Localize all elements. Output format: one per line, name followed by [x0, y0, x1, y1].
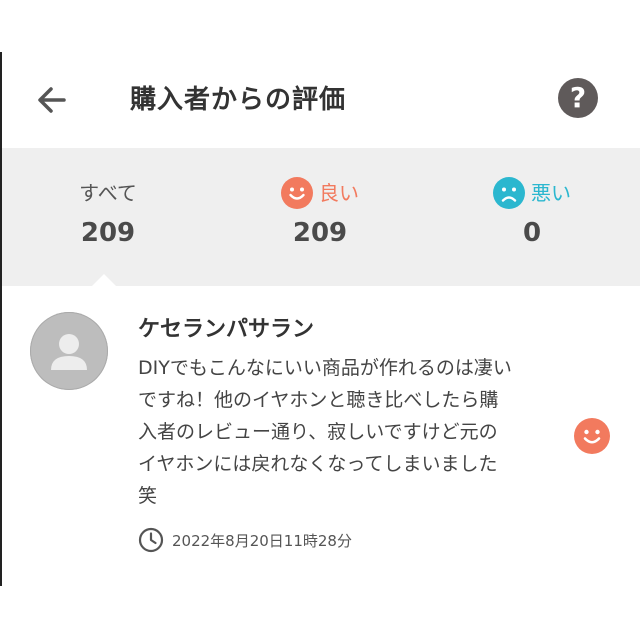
- app-frame: 購入者からの評価 ? すべて 209 良い 209 悪い 0 ケセランパサラン …: [0, 52, 640, 586]
- page-title: 購入者からの評価: [130, 85, 347, 115]
- review-date-row: 2022年8月20日11時28分: [138, 526, 352, 554]
- tab-good[interactable]: 良い 209: [214, 148, 426, 286]
- tab-good-count: 209: [292, 218, 348, 248]
- sad-face-icon: [493, 177, 525, 209]
- tab-good-label: 良い: [319, 181, 359, 205]
- tab-all[interactable]: すべて 209: [2, 148, 214, 286]
- smile-face-icon: [574, 418, 610, 454]
- review-line: ですね！他のイヤホンと聴き比べしたら購: [138, 389, 499, 411]
- review-timestamp: 2022年8月20日11時28分: [172, 531, 352, 550]
- arrow-left-icon: [38, 87, 66, 113]
- back-button[interactable]: [32, 80, 72, 120]
- user-placeholder-icon: [51, 334, 87, 370]
- review-line: 入者のレビュー通り、寂しいですけど元の: [138, 421, 498, 443]
- review-line: DIYでもこんなにいい商品が作れるのは凄い: [138, 357, 512, 379]
- review-item: ケセランパサラン DIYでもこんなにいい商品が作れるのは凄い ですね！他のイヤホ…: [2, 286, 640, 586]
- avatar[interactable]: [30, 312, 108, 390]
- review-line: イヤホンには戻れなくなってしまいました: [138, 453, 498, 475]
- active-tab-indicator: [92, 274, 116, 286]
- tab-bad[interactable]: 悪い 0: [426, 148, 638, 286]
- reviewer-name: ケセランパサラン: [138, 317, 315, 342]
- header-bar: 購入者からの評価 ?: [2, 52, 640, 148]
- tab-bad-label: 悪い: [531, 181, 571, 205]
- tab-all-label: すべて: [79, 181, 137, 205]
- smile-face-icon: [281, 177, 313, 209]
- tab-all-count: 209: [80, 218, 136, 248]
- clock-icon: [138, 527, 164, 553]
- help-button[interactable]: ?: [558, 78, 598, 118]
- question-mark-icon: ?: [569, 81, 587, 114]
- review-comment: DIYでもこんなにいい商品が作れるのは凄い ですね！他のイヤホンと聴き比べしたら…: [138, 352, 558, 512]
- tab-bad-count: 0: [522, 218, 542, 248]
- rating-tabs: すべて 209 良い 209 悪い 0: [2, 148, 640, 286]
- review-line: 笑: [138, 485, 158, 507]
